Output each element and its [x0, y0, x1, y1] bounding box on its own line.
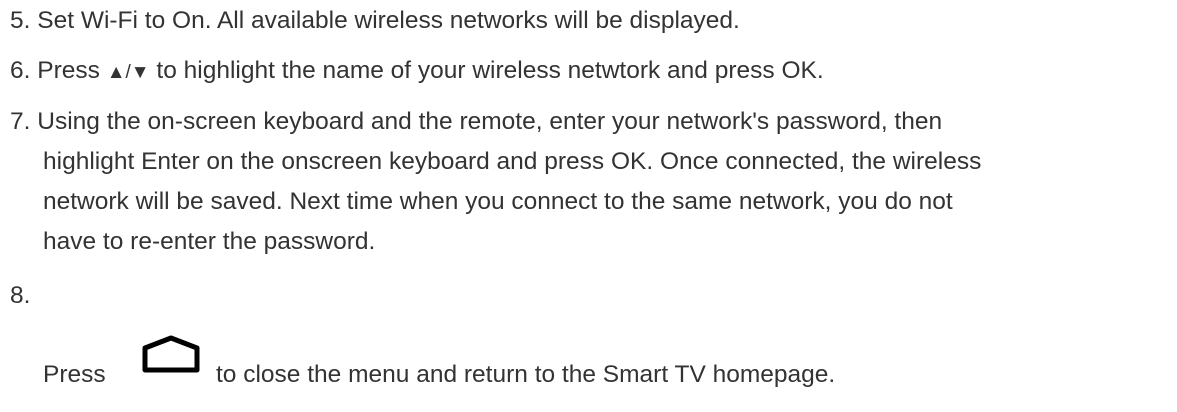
step-number: 8.	[10, 282, 31, 309]
step-8-text: to close the menu and return to the Smar…	[216, 361, 836, 388]
step-8: 8.	[10, 277, 1171, 315]
step-number: 7.	[10, 108, 31, 135]
step-text-before: Press	[37, 57, 107, 84]
step-6: 6. Press ▲/▼ to highlight the name of yo…	[10, 52, 1171, 92]
up-down-arrows-icon: ▲/▼	[106, 62, 150, 83]
step-8-press-label: Press	[43, 361, 106, 388]
step-text: Set Wi-Fi to On. All available wireless …	[37, 7, 740, 34]
home-icon	[142, 335, 200, 373]
step-text-line-3: network will be saved. Next time when yo…	[43, 188, 953, 215]
step-text-after: to highlight the name of your wireless n…	[149, 57, 824, 84]
step-5: 5. Set Wi-Fi to On. All available wirele…	[10, 2, 1171, 40]
step-number: 5.	[10, 7, 31, 34]
step-number: 6.	[10, 57, 31, 84]
step-text-line-1: Using the on-screen keyboard and the rem…	[37, 108, 943, 135]
step-text-line-4: have to re-enter the password.	[43, 228, 376, 255]
step-text-line-2: highlight Enter on the onscreen keyboard…	[43, 148, 982, 175]
step-7: 7. Using the on-screen keyboard and the …	[10, 103, 1171, 141]
